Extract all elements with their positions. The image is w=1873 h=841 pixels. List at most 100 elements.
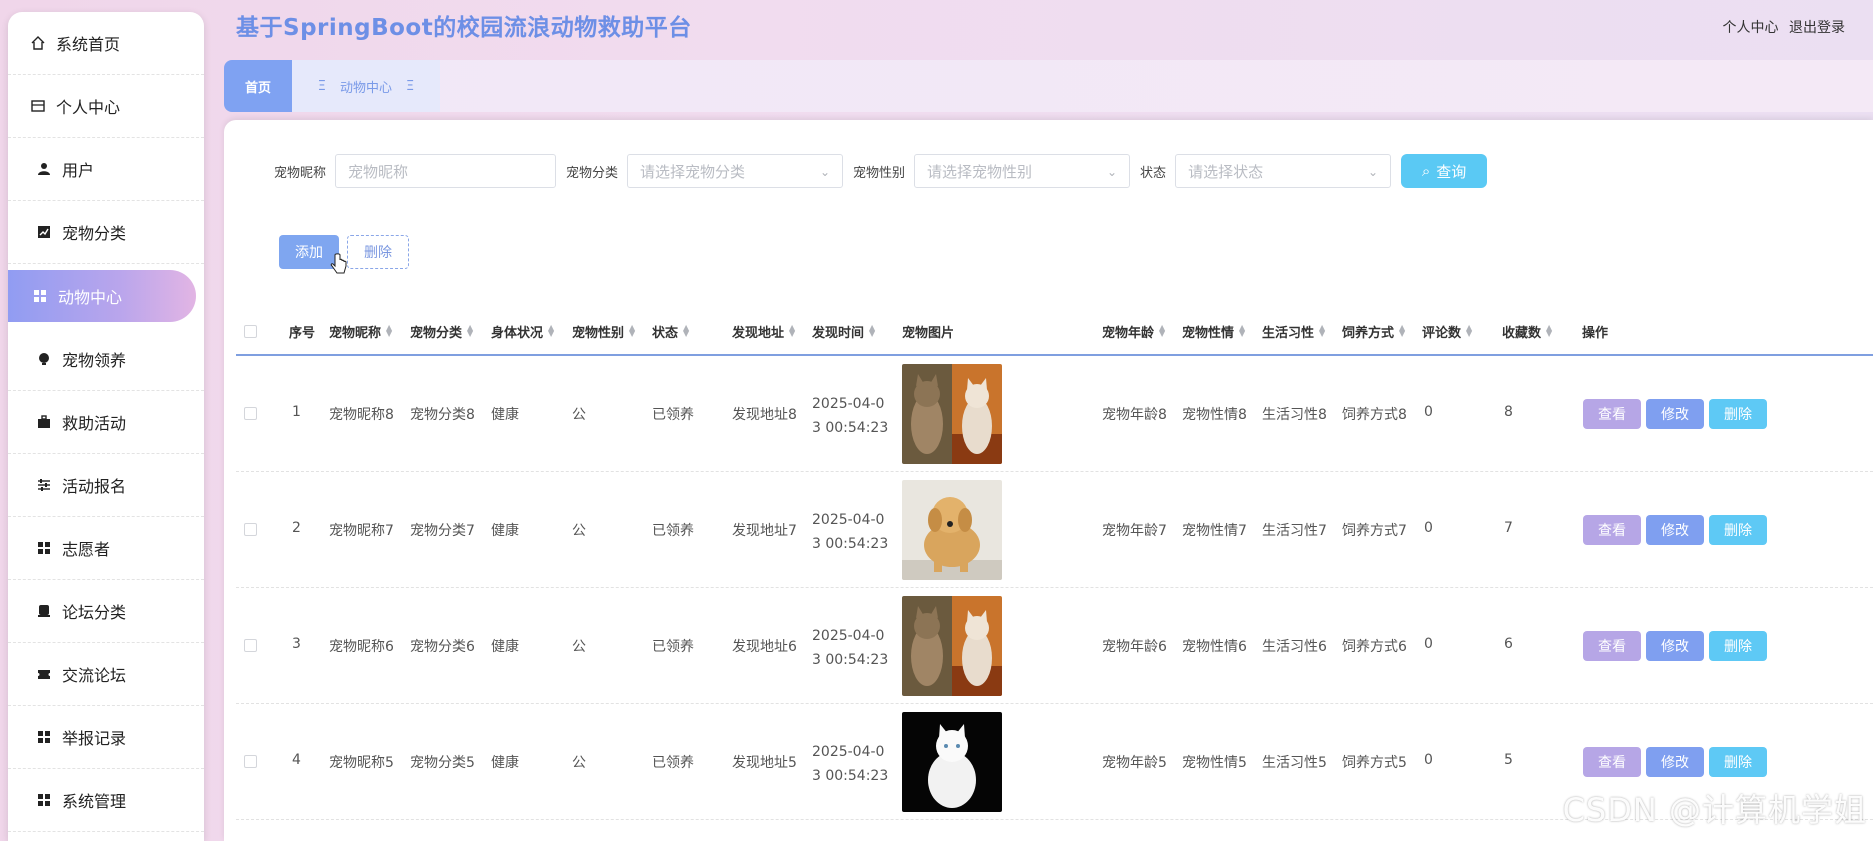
sidebar-item-home[interactable]: 系统首页	[8, 12, 204, 75]
header-feeding[interactable]: 饲养方式 ▲ ▼	[1342, 322, 1405, 341]
cell-category: 宠物分类5	[410, 755, 475, 771]
row-checkbox[interactable]	[244, 639, 257, 652]
sidebar-item-registration[interactable]: 活动报名	[8, 454, 204, 517]
cell-nickname: 宠物昵称7	[329, 523, 394, 539]
sidebar-item-label: 论坛分类	[62, 603, 127, 622]
row-checkbox[interactable]	[244, 755, 257, 768]
sort-icon: ▲ ▼	[789, 323, 796, 338]
header-nickname[interactable]: 宠物昵称 ▲ ▼	[329, 322, 392, 341]
header-category[interactable]: 宠物分类 ▲ ▼	[410, 322, 473, 341]
category-placeholder: 请选择宠物分类	[640, 162, 746, 181]
sort-icon: ▲ ▼	[1319, 323, 1326, 338]
cell-time: 2025-04-0 3 00:54:23	[812, 628, 889, 668]
header-habit[interactable]: 生活习性 ▲ ▼	[1262, 322, 1325, 341]
header-favorites[interactable]: 收藏数 ▲ ▼	[1502, 322, 1552, 341]
tab-close-icon[interactable]: Ξ	[406, 79, 414, 94]
edit-button[interactable]: 修改	[1646, 747, 1704, 777]
view-button[interactable]: 查看	[1583, 515, 1641, 545]
cell-actions: 查看 修改 删除	[1583, 747, 1767, 777]
card-icon	[30, 98, 46, 114]
sidebar-item-label: 志愿者	[62, 540, 111, 559]
header-gender[interactable]: 宠物性别 ▲ ▼	[572, 322, 635, 341]
delete-button[interactable]: 删除	[1709, 747, 1767, 777]
sidebar-item-label: 宠物领养	[62, 351, 127, 370]
batch-delete-button[interactable]: 删除	[347, 235, 409, 269]
pet-image[interactable]	[902, 712, 1002, 812]
table-header: 序号 宠物昵称 ▲ ▼ 宠物分类 ▲ ▼ 身体状况 ▲ ▼ 宠物性别 ▲ ▼ 状态 ▲ ▼ 发现地址…	[236, 308, 1873, 356]
cell-habit: 生活习性7	[1262, 523, 1327, 539]
bulb-icon	[36, 351, 52, 367]
sidebar-item-label: 举报记录	[62, 729, 127, 748]
cell-address: 发现地址6	[732, 639, 797, 655]
nickname-input[interactable]: 宠物昵称	[335, 154, 557, 188]
header-index: 序号	[289, 325, 316, 341]
edit-button[interactable]: 修改	[1646, 399, 1704, 429]
cell-image	[902, 480, 1002, 580]
delete-button[interactable]: 删除	[1709, 631, 1767, 661]
view-button[interactable]: 查看	[1583, 399, 1641, 429]
tab-menu-icon[interactable]: Ξ	[318, 79, 326, 94]
grid-icon	[32, 288, 48, 304]
pet-image[interactable]	[902, 480, 1002, 580]
gender-select[interactable]: 请选择宠物性别 ⌄	[914, 154, 1131, 188]
chevron-down-icon: ⌄	[1368, 165, 1379, 179]
sidebar-item-volunteers[interactable]: 志愿者	[8, 517, 204, 580]
header-comments[interactable]: 评论数 ▲ ▼	[1422, 322, 1472, 341]
view-button[interactable]: 查看	[1583, 631, 1641, 661]
tabs-bar: 首页 Ξ 动物中心 Ξ	[224, 60, 1873, 112]
chevron-down-icon: ⌄	[819, 165, 831, 179]
cell-age: 宠物年龄5	[1102, 755, 1167, 771]
header-status[interactable]: 状态 ▲ ▼	[652, 322, 689, 341]
cell-actions: 查看 修改 删除	[1583, 399, 1767, 429]
table-row: 3 宠物昵称6 宠物分类6 健康 公 已领养 发现地址6 2025-04-0 3 …	[236, 588, 1873, 704]
top-right-links: 个人中心 退出登录	[1717, 17, 1845, 37]
sidebar-item-adoption[interactable]: 宠物领养	[8, 328, 204, 391]
sidebar-item-rescue[interactable]: 救助活动	[8, 391, 204, 454]
sidebar: 系统首页 个人中心 用户 宠物分类 动物中心 宠物领养 救助活动 活动报名 志愿…	[8, 12, 204, 841]
status-select[interactable]: 请选择状态 ⌄	[1175, 154, 1392, 188]
tab-home[interactable]: 首页	[224, 60, 292, 112]
header-time[interactable]: 发现时间 ▲ ▼	[812, 322, 875, 341]
sidebar-item-label: 用户	[62, 161, 95, 180]
sort-icon: ▲ ▼	[548, 323, 555, 338]
row-checkbox[interactable]	[244, 523, 257, 536]
header-age[interactable]: 宠物年龄 ▲ ▼	[1102, 322, 1165, 341]
row-checkbox[interactable]	[244, 407, 257, 420]
cell-time: 2025-04-0 3 00:54:23	[812, 396, 889, 436]
tab-animal-center[interactable]: Ξ 动物中心 Ξ	[292, 60, 440, 112]
sidebar-item-forum[interactable]: 交流论坛	[8, 643, 204, 706]
logout-link[interactable]: 退出登录	[1789, 20, 1845, 36]
cell-temper: 宠物性情7	[1182, 523, 1247, 539]
cell-time: 2025-04-0 3 00:54:23	[812, 512, 889, 552]
sidebar-item-forum-category[interactable]: 论坛分类	[8, 580, 204, 643]
sidebar-item-animal-center[interactable]: 动物中心	[8, 270, 196, 322]
sort-icon: ▲ ▼	[629, 323, 636, 338]
view-button[interactable]: 查看	[1583, 747, 1641, 777]
edit-button[interactable]: 修改	[1646, 515, 1704, 545]
sidebar-item-reports[interactable]: 举报记录	[8, 706, 204, 769]
pet-image[interactable]	[902, 596, 1002, 696]
select-all-checkbox[interactable]	[244, 324, 257, 338]
header-health[interactable]: 身体状况 ▲ ▼	[491, 322, 554, 341]
search-button[interactable]: ⌕ 查询	[1401, 154, 1488, 188]
sidebar-item-profile[interactable]: 个人中心	[8, 75, 204, 138]
cell-actions: 查看 修改 删除	[1583, 515, 1767, 545]
cell-category: 宠物分类8	[410, 407, 475, 423]
header-temper[interactable]: 宠物性情 ▲ ▼	[1182, 322, 1245, 341]
sidebar-item-label: 活动报名	[62, 477, 127, 496]
pet-image[interactable]	[902, 364, 1002, 464]
sidebar-item-system[interactable]: 系统管理	[8, 769, 204, 832]
delete-button[interactable]: 删除	[1709, 515, 1767, 545]
category-select[interactable]: 请选择宠物分类 ⌄	[627, 154, 844, 188]
header-address[interactable]: 发现地址 ▲ ▼	[732, 322, 795, 341]
cell-health: 健康	[491, 407, 519, 423]
sidebar-item-users[interactable]: 用户	[8, 138, 204, 201]
sidebar-item-pet-category[interactable]: 宠物分类	[8, 201, 204, 264]
cell-age: 宠物年龄8	[1102, 407, 1167, 423]
delete-button[interactable]: 删除	[1709, 399, 1767, 429]
profile-link[interactable]: 个人中心	[1723, 20, 1779, 36]
edit-button[interactable]: 修改	[1646, 631, 1704, 661]
cell-health: 健康	[491, 639, 519, 655]
cell-temper: 宠物性情5	[1182, 755, 1247, 771]
cell-status: 已领养	[652, 639, 694, 655]
